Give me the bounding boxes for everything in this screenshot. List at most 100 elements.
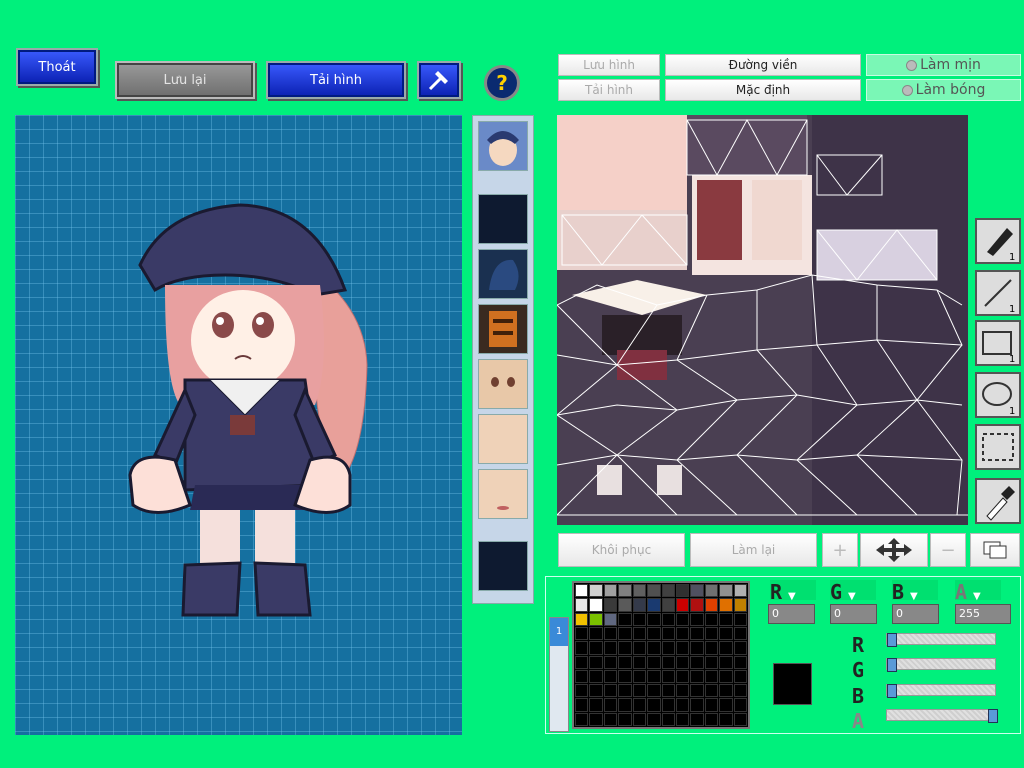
r-slider-knob[interactable] — [887, 633, 897, 647]
eyedropper-tool[interactable] — [975, 478, 1021, 524]
palette-swatch[interactable] — [589, 712, 603, 726]
palette-swatch[interactable] — [575, 669, 589, 684]
b-slider[interactable] — [886, 684, 996, 698]
zoom-out-button[interactable]: − — [930, 533, 966, 567]
hammer-button[interactable] — [417, 61, 461, 99]
palette-swatch[interactable] — [575, 641, 589, 655]
redo-button[interactable]: Làm lại — [690, 533, 817, 567]
palette-swatch[interactable] — [647, 655, 661, 669]
palette-swatch[interactable] — [603, 655, 618, 669]
palette-swatch[interactable] — [632, 598, 647, 612]
palette-swatch[interactable] — [589, 584, 603, 598]
palette-swatch[interactable] — [618, 698, 632, 712]
g-slider-knob[interactable] — [887, 658, 897, 672]
part-slot-hair[interactable] — [478, 249, 528, 299]
character-preview-panel[interactable] — [15, 115, 462, 735]
palette-tabs[interactable]: 1 — [549, 617, 569, 732]
palette-swatch[interactable] — [661, 612, 675, 626]
palette-swatch[interactable] — [690, 669, 704, 684]
part-slot-face-2[interactable] — [478, 414, 528, 464]
palette-swatch[interactable] — [632, 684, 647, 698]
palette-swatch[interactable] — [719, 712, 733, 726]
palette-swatch[interactable] — [733, 626, 747, 641]
palette-swatch[interactable] — [647, 698, 661, 712]
palette-swatch[interactable] — [647, 712, 661, 726]
palette-swatch[interactable] — [733, 584, 747, 598]
palette-swatch[interactable] — [647, 669, 661, 684]
part-slot-face[interactable] — [478, 121, 528, 171]
r-channel-select[interactable]: R ▼ — [770, 580, 816, 604]
g-slider[interactable] — [886, 658, 996, 672]
palette-swatch[interactable] — [632, 612, 647, 626]
move-button[interactable] — [860, 533, 928, 567]
palette-swatch[interactable] — [589, 669, 603, 684]
texture-canvas[interactable] — [557, 115, 968, 525]
palette-swatch[interactable] — [632, 669, 647, 684]
palette-swatch[interactable] — [719, 669, 733, 684]
palette-swatch[interactable] — [603, 698, 618, 712]
palette-swatch[interactable] — [618, 712, 632, 726]
palette-swatch[interactable] — [704, 598, 719, 612]
palette-swatch[interactable] — [575, 626, 589, 641]
palette-swatch[interactable] — [704, 584, 719, 598]
rectangle-tool[interactable]: 1 — [975, 320, 1021, 366]
palette-swatch[interactable] — [704, 655, 719, 669]
palette-swatch[interactable] — [661, 598, 675, 612]
ellipse-tool[interactable]: 1 — [975, 372, 1021, 418]
palette-swatch[interactable] — [603, 669, 618, 684]
line-tool[interactable]: 1 — [975, 270, 1021, 316]
palette-swatch[interactable] — [589, 612, 603, 626]
palette-swatch[interactable] — [647, 641, 661, 655]
palette-swatch[interactable] — [589, 641, 603, 655]
palette-swatch[interactable] — [661, 641, 675, 655]
palette-swatch[interactable] — [647, 684, 661, 698]
palette-swatch[interactable] — [618, 641, 632, 655]
palette-swatch[interactable] — [618, 669, 632, 684]
palette-swatch[interactable] — [704, 698, 719, 712]
g-channel-select[interactable]: G ▼ — [830, 580, 876, 604]
palette-swatch[interactable] — [575, 684, 589, 698]
palette-swatch[interactable] — [690, 641, 704, 655]
outline-button[interactable]: Đường viền — [665, 54, 861, 76]
palette-swatch[interactable] — [647, 584, 661, 598]
shade-option[interactable]: Làm bóng — [866, 79, 1021, 101]
a-slider[interactable] — [886, 709, 998, 723]
palette-swatch[interactable] — [719, 698, 733, 712]
part-slot-empty-1[interactable] — [478, 194, 528, 244]
palette-swatch[interactable] — [690, 698, 704, 712]
palette-swatch[interactable] — [733, 655, 747, 669]
palette-swatch[interactable] — [632, 698, 647, 712]
palette-swatch[interactable] — [661, 712, 675, 726]
palette-swatch[interactable] — [661, 626, 675, 641]
zoom-in-button[interactable]: + — [822, 533, 858, 567]
palette-swatch[interactable] — [647, 612, 661, 626]
pen-tool[interactable]: 1 — [975, 218, 1021, 264]
palette-swatch[interactable] — [719, 641, 733, 655]
palette-swatch[interactable] — [719, 626, 733, 641]
palette-swatch[interactable] — [675, 641, 690, 655]
palette-swatch[interactable] — [618, 655, 632, 669]
palette-swatch[interactable] — [603, 641, 618, 655]
palette-swatch[interactable] — [661, 684, 675, 698]
palette-swatch[interactable] — [675, 698, 690, 712]
palette-swatch[interactable] — [704, 641, 719, 655]
palette-swatch[interactable] — [575, 612, 589, 626]
palette-swatch[interactable] — [575, 712, 589, 726]
palette-swatch[interactable] — [618, 612, 632, 626]
help-button[interactable]: ? — [484, 65, 520, 101]
palette-swatch[interactable] — [661, 655, 675, 669]
palette-swatch[interactable] — [690, 584, 704, 598]
palette-swatch[interactable] — [690, 626, 704, 641]
palette-swatch[interactable] — [589, 684, 603, 698]
palette-swatch[interactable] — [719, 684, 733, 698]
palette-swatch[interactable] — [704, 612, 719, 626]
part-slot-face-3[interactable] — [478, 469, 528, 519]
palette-swatch[interactable] — [603, 584, 618, 598]
palette-swatch[interactable] — [647, 598, 661, 612]
palette-swatch[interactable] — [647, 626, 661, 641]
b-channel-select[interactable]: B ▼ — [892, 580, 938, 604]
palette-swatch[interactable] — [589, 626, 603, 641]
palette-swatch[interactable] — [690, 655, 704, 669]
selection-tool[interactable] — [975, 424, 1021, 470]
save-button[interactable]: Lưu lại — [115, 61, 255, 99]
